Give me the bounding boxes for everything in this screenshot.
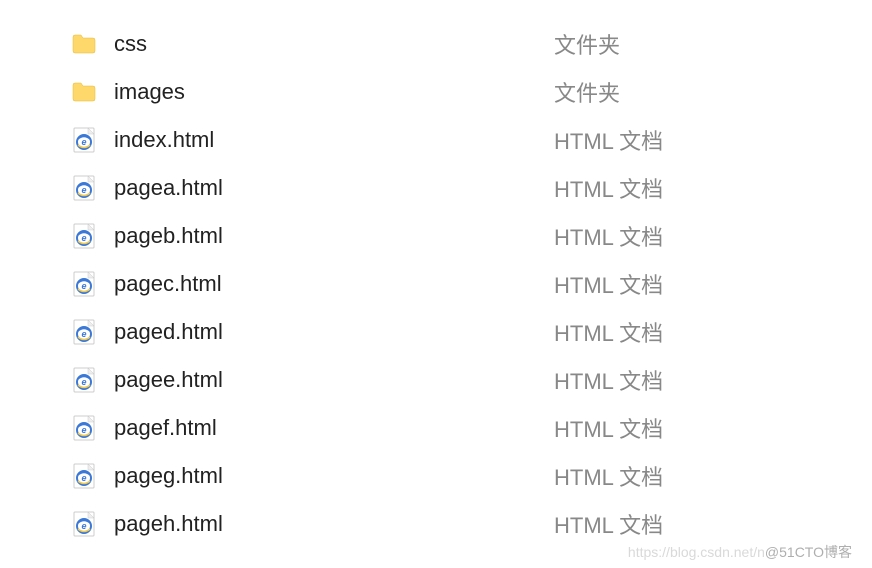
list-item[interactable]: e pagea.html HTML 文档 bbox=[70, 164, 802, 212]
html-file-icon: e bbox=[70, 414, 98, 442]
folder-icon bbox=[70, 78, 98, 106]
list-item[interactable]: e pagef.html HTML 文档 bbox=[70, 404, 802, 452]
svg-text:e: e bbox=[81, 233, 86, 243]
file-type: 文件夹 bbox=[554, 76, 620, 108]
svg-text:e: e bbox=[81, 329, 86, 339]
list-item[interactable]: images 文件夹 bbox=[70, 68, 802, 116]
svg-text:e: e bbox=[81, 521, 86, 531]
svg-text:e: e bbox=[81, 473, 86, 483]
file-type: HTML 文档 bbox=[554, 316, 663, 348]
file-type: HTML 文档 bbox=[554, 412, 663, 444]
watermark-light: https://blog.csdn.net/n bbox=[628, 544, 765, 560]
list-item[interactable]: css 文件夹 bbox=[70, 20, 802, 68]
html-file-icon: e bbox=[70, 318, 98, 346]
html-file-icon: e bbox=[70, 510, 98, 538]
html-file-icon: e bbox=[70, 222, 98, 250]
file-name: pagef.html bbox=[114, 415, 554, 441]
file-name: pageh.html bbox=[114, 511, 554, 537]
list-item[interactable]: e pageh.html HTML 文档 bbox=[70, 500, 802, 548]
watermark-dark: @51CTO博客 bbox=[765, 544, 852, 560]
file-name: index.html bbox=[114, 127, 554, 153]
list-item[interactable]: e index.html HTML 文档 bbox=[70, 116, 802, 164]
file-list: css 文件夹 images 文件夹 e index.html HTML 文档 … bbox=[70, 20, 802, 548]
file-name: pageg.html bbox=[114, 463, 554, 489]
folder-icon bbox=[70, 30, 98, 58]
file-type: HTML 文档 bbox=[554, 508, 663, 540]
watermark: https://blog.csdn.net/n@51CTO博客 bbox=[628, 542, 852, 562]
file-type: 文件夹 bbox=[554, 28, 620, 60]
svg-text:e: e bbox=[81, 185, 86, 195]
file-name: pageb.html bbox=[114, 223, 554, 249]
svg-text:e: e bbox=[81, 137, 86, 147]
html-file-icon: e bbox=[70, 366, 98, 394]
html-file-icon: e bbox=[70, 270, 98, 298]
list-item[interactable]: e paged.html HTML 文档 bbox=[70, 308, 802, 356]
html-file-icon: e bbox=[70, 462, 98, 490]
file-type: HTML 文档 bbox=[554, 220, 663, 252]
list-item[interactable]: e pagee.html HTML 文档 bbox=[70, 356, 802, 404]
file-name: pagea.html bbox=[114, 175, 554, 201]
list-item[interactable]: e pageg.html HTML 文档 bbox=[70, 452, 802, 500]
file-name: pagee.html bbox=[114, 367, 554, 393]
file-name: css bbox=[114, 31, 554, 57]
file-type: HTML 文档 bbox=[554, 172, 663, 204]
list-item[interactable]: e pagec.html HTML 文档 bbox=[70, 260, 802, 308]
file-name: pagec.html bbox=[114, 271, 554, 297]
list-item[interactable]: e pageb.html HTML 文档 bbox=[70, 212, 802, 260]
file-type: HTML 文档 bbox=[554, 364, 663, 396]
file-type: HTML 文档 bbox=[554, 124, 663, 156]
svg-text:e: e bbox=[81, 425, 86, 435]
file-type: HTML 文档 bbox=[554, 460, 663, 492]
file-name: paged.html bbox=[114, 319, 554, 345]
file-type: HTML 文档 bbox=[554, 268, 663, 300]
html-file-icon: e bbox=[70, 126, 98, 154]
file-name: images bbox=[114, 79, 554, 105]
svg-text:e: e bbox=[81, 377, 86, 387]
svg-text:e: e bbox=[81, 281, 86, 291]
html-file-icon: e bbox=[70, 174, 98, 202]
